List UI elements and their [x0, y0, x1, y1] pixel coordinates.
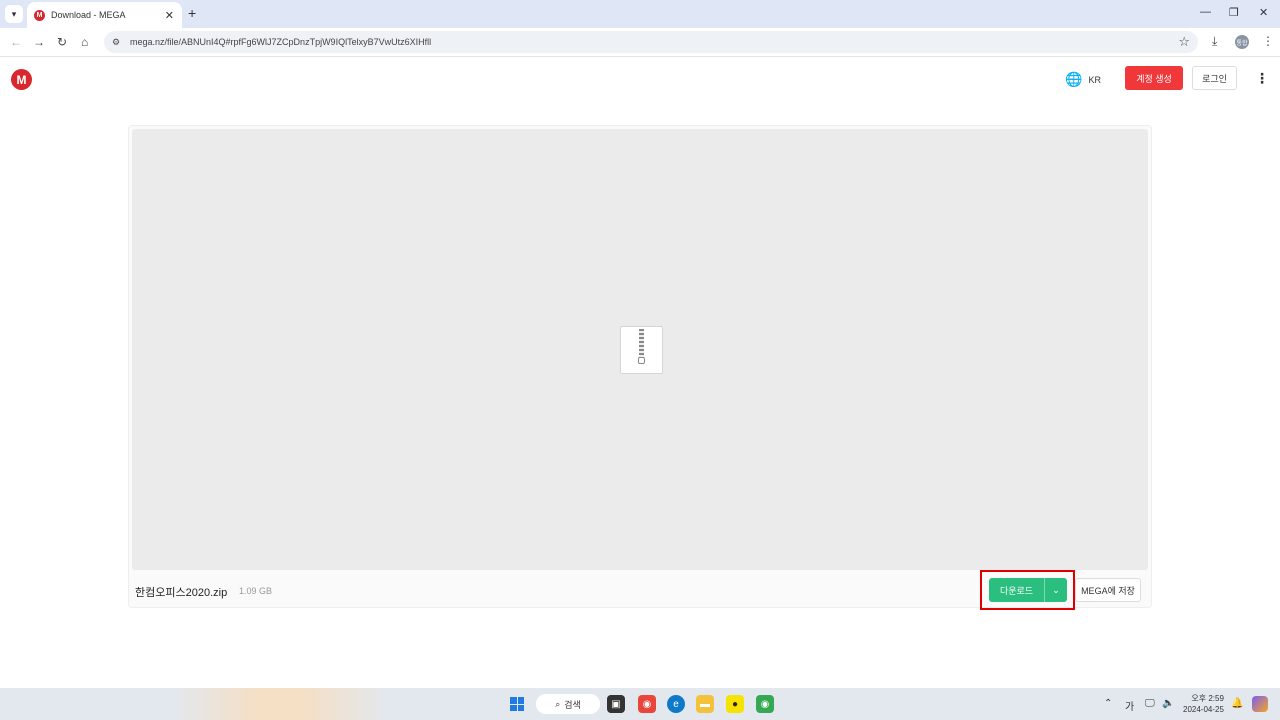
kakaotalk-icon[interactable]: ●: [726, 695, 744, 713]
url-text[interactable]: mega.nz/file/ABNUnI4Q#rpfFg6WlJ7ZCpDnzTp…: [130, 37, 431, 47]
globe-icon: 🌐: [1065, 71, 1083, 87]
profile-avatar[interactable]: 통합: [1235, 35, 1249, 49]
language-label: KR: [1088, 74, 1101, 85]
reload-icon[interactable]: ↻: [57, 35, 67, 49]
restore-button[interactable]: ❐: [1229, 6, 1239, 19]
file-name: 한컴오피스2020.zip: [135, 587, 228, 599]
file-size: 1.09 GB: [239, 586, 273, 596]
taskbar-clock[interactable]: 오후 2:59 2024-04-25: [1183, 693, 1224, 715]
new-tab-button[interactable]: +: [188, 5, 196, 21]
tab-title: Download - MEGA: [51, 10, 126, 20]
mega-favicon-icon: M: [34, 9, 45, 21]
bookmark-star-icon[interactable]: ☆: [1178, 34, 1190, 50]
login-button[interactable]: 로그인: [1192, 66, 1237, 90]
browser-tab-active[interactable]: M Download - MEGA ✕: [27, 2, 182, 28]
highlight-box: [980, 570, 1075, 610]
taskbar-background-glow: [170, 688, 390, 720]
volume-icon[interactable]: 🔈: [1162, 698, 1174, 709]
tab-search-button[interactable]: ▾: [5, 5, 23, 23]
browser-tab-strip: ▾ M Download - MEGA ✕ + — ❐ ✕: [0, 0, 1280, 28]
close-window-button[interactable]: ✕: [1259, 6, 1268, 19]
language-selector[interactable]: 🌐 KR: [1065, 71, 1101, 88]
ime-indicator[interactable]: 가: [1125, 698, 1134, 713]
tray-overflow-icon[interactable]: ⌃: [1104, 698, 1112, 709]
taskbar-search[interactable]: ⌕ 검색: [536, 694, 600, 714]
network-icon[interactable]: 🖵: [1145, 698, 1155, 709]
task-view-icon[interactable]: ▣: [607, 695, 625, 713]
page-menu-icon[interactable]: ⋮: [1255, 70, 1269, 87]
site-info-icon[interactable]: ⚙: [112, 37, 126, 48]
zipper-pull-graphic: [638, 357, 645, 364]
notification-bell-icon[interactable]: 🔔: [1231, 698, 1243, 709]
clock-date: 2024-04-25: [1183, 705, 1224, 714]
browser-toolbar: ← → ↻ ⌂ ⚙ mega.nz/file/ABNUnI4Q#rpfFg6Wl…: [0, 28, 1280, 57]
edge-icon[interactable]: e: [667, 695, 685, 713]
file-card: 한컴오피스2020.zip 1.09 GB 다운로드 ⌄ MEGA에 저장: [128, 125, 1152, 608]
create-account-button[interactable]: 계정 생성: [1125, 66, 1183, 90]
forward-arrow-icon[interactable]: →: [33, 35, 45, 49]
clock-time: 오후 2:59: [1191, 694, 1224, 703]
home-icon[interactable]: ⌂: [81, 35, 88, 49]
mega-logo-icon[interactable]: M: [11, 69, 32, 90]
copilot-icon[interactable]: [1252, 696, 1268, 712]
chrome-profile-icon[interactable]: ◉: [756, 695, 774, 713]
zip-file-icon: [620, 326, 663, 374]
windows-start-icon[interactable]: [510, 697, 524, 711]
file-explorer-icon[interactable]: ▬: [696, 695, 714, 713]
file-preview-area: [132, 129, 1148, 570]
zipper-graphic: [639, 329, 644, 359]
search-icon: ⌕: [555, 698, 561, 709]
chrome-icon[interactable]: ◉: [638, 695, 656, 713]
windows-taskbar: ⌕ 검색 ▣ ◉ e ▬ ● ◉ ⌃ 가 🖵 🔈 오후 2:59 2024-04…: [0, 688, 1280, 720]
browser-menu-icon[interactable]: ⋮: [1262, 34, 1274, 48]
taskbar-search-label: 검색: [564, 699, 581, 710]
address-bar[interactable]: ⚙ mega.nz/file/ABNUnI4Q#rpfFg6WlJ7ZCpDnz…: [104, 31, 1198, 53]
back-arrow-icon[interactable]: ←: [10, 35, 22, 49]
downloads-icon[interactable]: ⤓: [1212, 34, 1217, 49]
minimize-button[interactable]: —: [1200, 6, 1211, 18]
save-to-mega-button[interactable]: MEGA에 저장: [1075, 578, 1141, 602]
tab-close-icon[interactable]: ✕: [165, 9, 174, 22]
